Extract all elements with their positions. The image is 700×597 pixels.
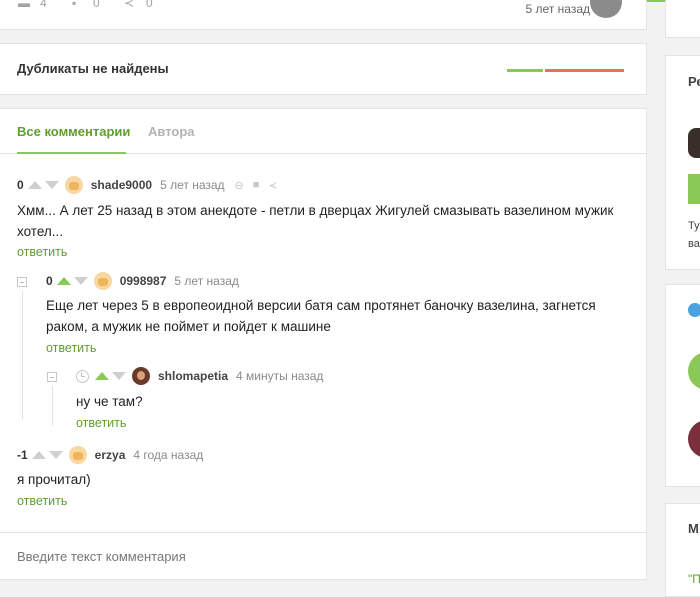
comment-text: ну че там?: [76, 394, 143, 409]
comment-header: 0 0998987 5 лет назад: [46, 272, 249, 290]
comments-block: Все комментарии Автора 0 shade9000 5 лет…: [0, 108, 647, 580]
comments-count: 4: [40, 0, 47, 10]
duplicates-bar-positive: [507, 69, 543, 72]
reply-link[interactable]: ответить: [76, 416, 126, 430]
thread-line: [22, 291, 23, 419]
comment-author[interactable]: erzya: [95, 448, 126, 462]
duplicates-title: Дубликаты не найдены: [17, 61, 169, 76]
comment-rating: 0: [46, 274, 53, 288]
collapse-toggle[interactable]: [47, 372, 57, 382]
avatar[interactable]: [64, 176, 83, 194]
comment-header: 0 shade9000 5 лет назад ⊖ ■ ≺: [17, 176, 287, 194]
comment-text: Еще лет через 5 в европеоидной версии ба…: [46, 298, 596, 334]
avatar[interactable]: [68, 446, 87, 464]
avatar[interactable]: [688, 352, 700, 390]
comment-input-box[interactable]: Введите текст комментария: [0, 532, 647, 580]
comment-header: shlomapetia 4 минуты назад: [76, 367, 333, 385]
sidebar-block-profile: Ре Ту ва: [665, 55, 700, 270]
comment-author[interactable]: 0998987: [120, 274, 167, 288]
sidebar-text-line: Ту: [688, 220, 700, 232]
save-icon[interactable]: ■: [253, 179, 260, 191]
upvote-icon[interactable]: [31, 451, 46, 459]
comment-text: я прочитал): [17, 472, 91, 487]
reply-link[interactable]: ответить: [17, 245, 67, 259]
upvote-icon[interactable]: [56, 277, 71, 285]
duplicates-block: Дубликаты не найдены: [0, 43, 647, 95]
share-icon[interactable]: ≺: [268, 179, 277, 192]
telegram-icon[interactable]: [688, 303, 700, 317]
clock-icon: [76, 369, 89, 383]
sidebar-block-title: М: [688, 521, 699, 536]
comment-time[interactable]: 4 года назад: [133, 448, 203, 462]
avatar[interactable]: [688, 128, 700, 158]
subscribe-button[interactable]: [688, 174, 700, 204]
comment-time[interactable]: 5 лет назад: [174, 274, 238, 288]
link-icon[interactable]: ⊖: [235, 179, 244, 192]
comment-author[interactable]: shade9000: [91, 178, 152, 192]
comment-rating: -1: [17, 448, 28, 462]
author-avatar[interactable]: [590, 0, 622, 18]
saves-count: 0: [93, 0, 100, 10]
reply-link[interactable]: ответить: [17, 494, 67, 508]
post-footer: ▬ 4 ▪ 0 ≺ 0 5 лет назад: [0, 0, 647, 30]
thread-line: [52, 386, 53, 426]
sidebar-link[interactable]: "П: [688, 572, 700, 586]
comment-time[interactable]: 5 лет назад: [160, 178, 224, 192]
upvote-icon[interactable]: [27, 181, 42, 189]
sidebar-block-community: [665, 284, 700, 487]
active-tab-indicator: [17, 152, 126, 154]
avatar[interactable]: [93, 272, 112, 290]
tab-author[interactable]: Автора: [148, 124, 195, 139]
upvote-icon[interactable]: [95, 372, 109, 380]
downvote-icon[interactable]: [48, 451, 63, 459]
comment-header: -1 erzya 4 года назад: [17, 446, 213, 464]
downvote-icon[interactable]: [112, 372, 126, 380]
post-time: 5 лет назад: [525, 2, 590, 16]
avatar[interactable]: [688, 420, 700, 458]
tab-all-comments[interactable]: Все комментарии: [17, 124, 130, 139]
downvote-icon[interactable]: [44, 181, 59, 189]
comment-author[interactable]: shlomapetia: [158, 369, 228, 383]
comment-icon[interactable]: ▬: [18, 0, 30, 10]
save-icon[interactable]: ▪: [72, 0, 76, 10]
downvote-icon[interactable]: [73, 277, 88, 285]
sidebar-block-bottom: М "П: [665, 503, 700, 597]
comment-time[interactable]: 4 минуты назад: [236, 369, 323, 383]
comment-tabs: Все комментарии Автора: [0, 109, 646, 154]
share-icon[interactable]: ≺: [124, 0, 134, 10]
sidebar-text-line: ва: [688, 238, 700, 250]
sidebar-block-title: Ре: [688, 74, 700, 89]
sidebar-block-top: [665, 0, 700, 38]
duplicates-bar-negative: [545, 69, 624, 72]
comment-input-placeholder[interactable]: Введите текст комментария: [17, 549, 186, 564]
collapse-toggle[interactable]: [17, 277, 27, 287]
avatar[interactable]: [132, 367, 150, 385]
comment-text: Хмм... А лет 25 назад в этом анекдоте - …: [17, 203, 614, 239]
reply-link[interactable]: ответить: [46, 341, 96, 355]
comment-rating: 0: [17, 178, 24, 192]
shares-count: 0: [146, 0, 153, 10]
